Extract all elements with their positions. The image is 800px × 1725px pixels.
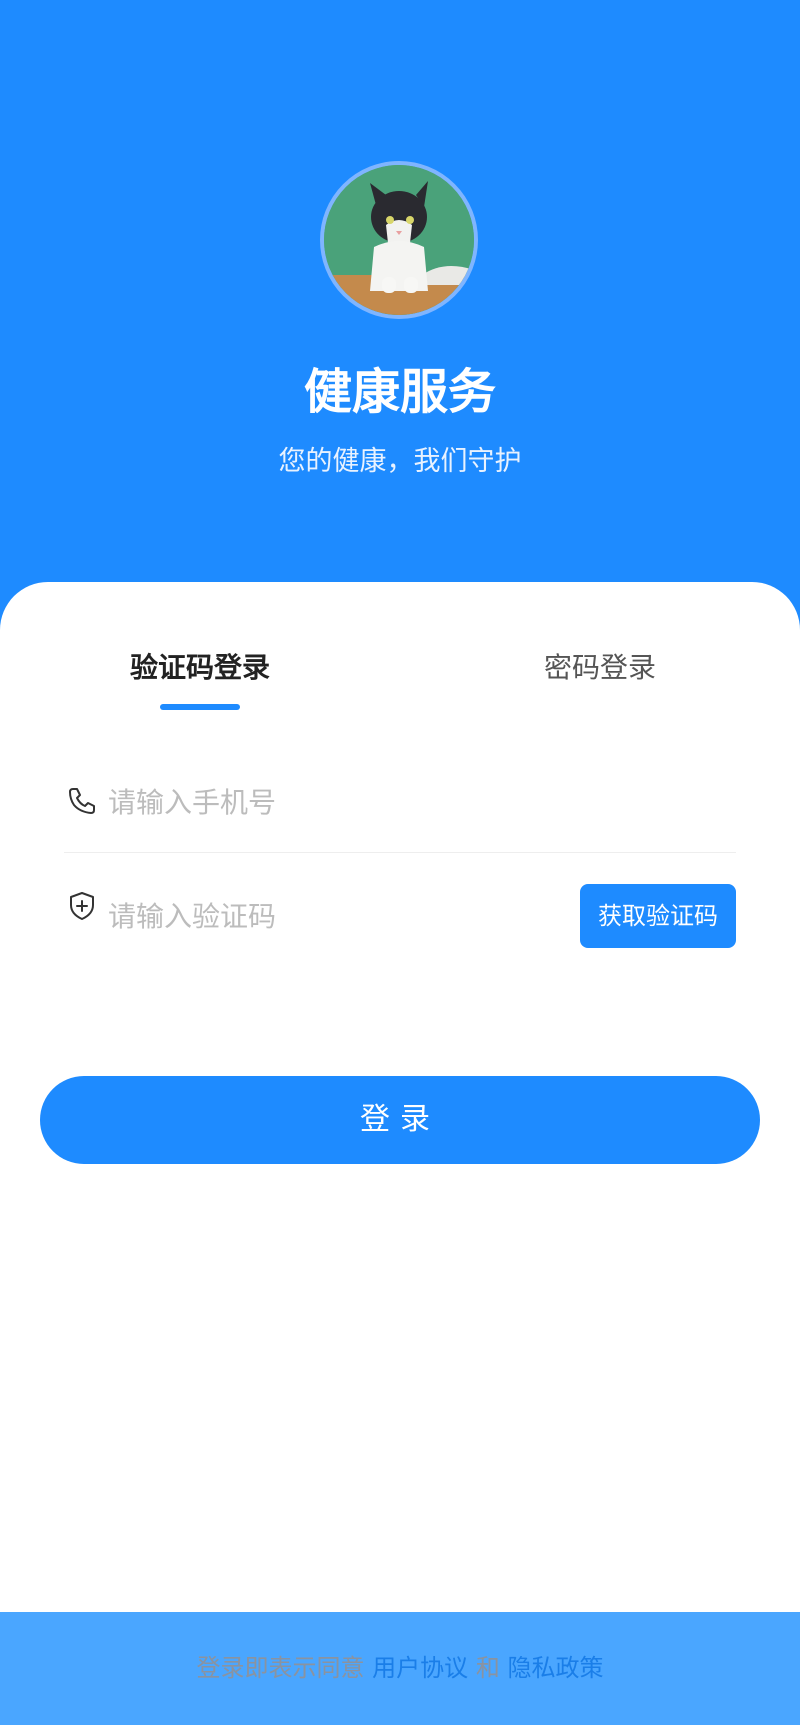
privacy-policy-link[interactable]: 隐私政策 xyxy=(507,1654,603,1682)
login-button[interactable]: 登录 xyxy=(40,1076,760,1164)
agreement-prefix: 登录即表示同意 xyxy=(196,1654,365,1682)
user-agreement-link[interactable]: 用户协议 xyxy=(372,1654,468,1682)
phone-icon xyxy=(66,785,98,817)
agreement-notice: 登录即表示同意 用户协议 和 隐私政策 xyxy=(0,1650,800,1686)
active-tab-indicator xyxy=(160,704,240,710)
verification-code-input[interactable] xyxy=(108,894,548,938)
tab-password-login[interactable]: 密码登录 xyxy=(500,646,700,690)
app-subtitle: 您的健康，我们守护 xyxy=(278,446,522,477)
cat-avatar-image xyxy=(324,165,474,315)
avatar xyxy=(320,161,478,319)
shield-plus-icon xyxy=(66,890,98,922)
phone-input[interactable] xyxy=(108,780,728,824)
get-code-button[interactable]: 获取验证码 xyxy=(580,884,736,948)
app-title: 健康服务 xyxy=(303,364,496,420)
tab-sms-login[interactable]: 验证码登录 xyxy=(100,646,300,690)
agreement-conjunction: 和 xyxy=(475,1654,500,1682)
field-divider xyxy=(64,852,736,853)
